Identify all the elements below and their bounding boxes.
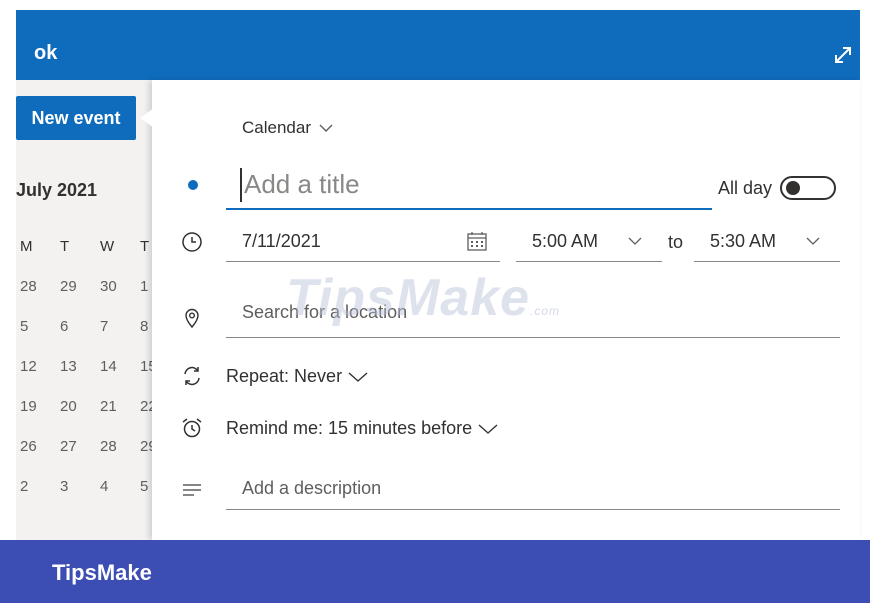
repeat-icon [184, 366, 200, 386]
description-lines-icon [183, 484, 201, 496]
all-day-toggle-group[interactable]: All day [718, 176, 837, 200]
end-time-value: 5:30 AM [710, 231, 777, 251]
calendar-day[interactable]: 13 [60, 358, 100, 375]
expand-icon[interactable] [832, 44, 854, 66]
calendar-picker-icon[interactable] [466, 230, 488, 252]
calendar-day[interactable]: 4 [100, 478, 140, 495]
calendar-day[interactable]: 30 [100, 278, 140, 295]
alarm-clock-icon [182, 418, 202, 438]
toggle-knob [786, 181, 801, 195]
calendar-day[interactable]: 12 [20, 358, 60, 375]
description-placeholder: Add a description [242, 478, 382, 498]
reminder-label: Remind me: 15 minutes before [226, 418, 473, 438]
footer-banner: TipsMake [0, 540, 870, 603]
calendar-day[interactable]: 27 [60, 438, 100, 455]
calendar-day[interactable]: 6 [60, 318, 100, 335]
start-date-value: 7/11/2021 [242, 231, 321, 251]
all-day-label: All day [718, 177, 773, 198]
chevron-down-icon [319, 124, 333, 132]
weekday-header: W [100, 237, 115, 255]
calendar-color-dot [188, 180, 198, 190]
start-time-dropdown[interactable]: 5:00 AM [516, 222, 662, 262]
frame-top [0, 0, 870, 10]
month-label[interactable]: July 2021 [16, 180, 97, 201]
calendar-day[interactable]: 2 [20, 478, 60, 495]
calendar-day[interactable]: 26 [20, 438, 60, 455]
chevron-down-icon [628, 237, 642, 245]
weekday-header: M [20, 237, 33, 255]
calendar-day[interactable]: 7 [100, 318, 140, 335]
calendar-day[interactable]: 3 [60, 478, 100, 495]
title-input[interactable] [226, 160, 712, 210]
to-label: to [668, 232, 684, 252]
chevron-down-icon [478, 423, 498, 434]
description-field[interactable]: Add a description [226, 468, 840, 510]
calendar-day[interactable]: 29 [60, 278, 100, 295]
calendar-day[interactable]: 28 [100, 438, 140, 455]
calendar-day[interactable]: 14 [100, 358, 140, 375]
calendar-dropdown-label: Calendar [242, 118, 311, 137]
calendar-day[interactable]: 28 [20, 278, 60, 295]
repeat-label: Repeat: Never [226, 366, 343, 386]
all-day-toggle[interactable] [780, 176, 837, 200]
new-event-button[interactable]: New event [16, 96, 136, 140]
location-pin-icon [185, 308, 199, 329]
weekday-header: T [60, 237, 70, 255]
start-time-value: 5:00 AM [532, 231, 599, 251]
reminder-dropdown[interactable]: Remind me: 15 minutes before [226, 418, 498, 439]
text-cursor [240, 168, 242, 202]
location-search-field[interactable]: Search for a location [226, 288, 840, 338]
repeat-dropdown[interactable]: Repeat: Never [226, 366, 368, 387]
calendar-dropdown[interactable]: Calendar [242, 118, 333, 138]
chevron-down-icon [806, 237, 820, 245]
end-time-dropdown[interactable]: 5:30 AM [694, 222, 840, 262]
clock-icon [182, 232, 202, 252]
start-date-field[interactable]: 7/11/2021 [226, 222, 500, 262]
calendar-day[interactable]: 20 [60, 398, 100, 415]
calendar-day[interactable]: 5 [20, 318, 60, 335]
banner-text: TipsMake [52, 560, 152, 585]
app-name: ok [34, 42, 58, 64]
calendar-day[interactable]: 19 [20, 398, 60, 415]
location-placeholder: Search for a location [242, 302, 408, 322]
chevron-down-icon [348, 371, 368, 382]
calendar-day[interactable]: 21 [100, 398, 140, 415]
app-header: ok [16, 10, 860, 80]
